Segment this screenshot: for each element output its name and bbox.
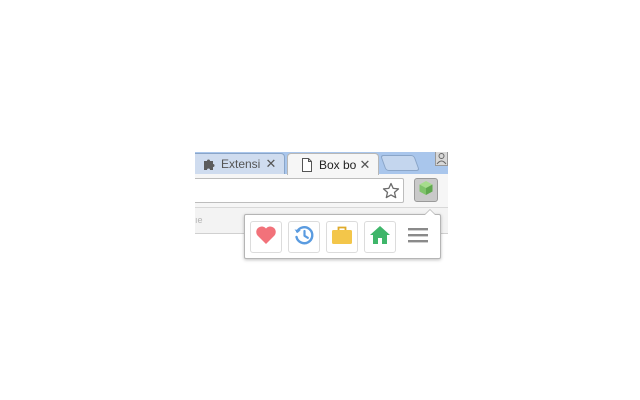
briefcase-icon <box>331 225 353 250</box>
bookmark-item[interactable]: ıe <box>195 215 203 225</box>
heart-icon <box>255 225 277 250</box>
menu-button[interactable] <box>402 221 434 253</box>
tab-title: Extensi <box>221 157 261 171</box>
extension-button[interactable] <box>414 178 438 202</box>
page-icon <box>300 157 314 172</box>
profile-icon[interactable] <box>435 152 448 166</box>
tab-extensions[interactable]: Extensi ✕ <box>195 153 285 174</box>
favorites-button[interactable] <box>250 221 282 253</box>
popup-arrow <box>424 209 436 215</box>
home-icon <box>369 225 391 250</box>
history-icon <box>292 223 316 252</box>
address-bar[interactable] <box>195 178 404 203</box>
tab-strip: Extensi ✕ Box bo ✕ <box>195 152 448 175</box>
tab-box[interactable]: Box bo ✕ <box>287 153 379 175</box>
close-icon[interactable]: ✕ <box>358 157 372 172</box>
star-icon[interactable] <box>381 181 401 201</box>
new-tab-button[interactable] <box>380 155 420 171</box>
extension-popup <box>244 209 441 259</box>
history-button[interactable] <box>288 221 320 253</box>
tab-title: Box bo <box>319 157 357 172</box>
hamburger-icon <box>407 226 429 249</box>
briefcase-button[interactable] <box>326 221 358 253</box>
puzzle-icon <box>202 157 216 171</box>
toolbar <box>195 174 448 208</box>
close-icon[interactable]: ✕ <box>264 157 278 171</box>
box-icon <box>418 180 434 201</box>
home-button[interactable] <box>364 221 396 253</box>
